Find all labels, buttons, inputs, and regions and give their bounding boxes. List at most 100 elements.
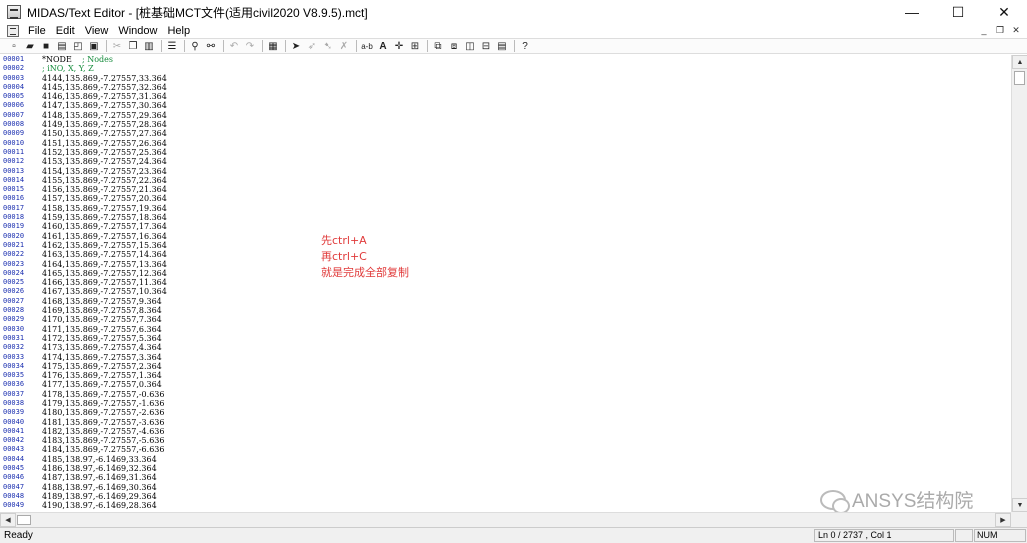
code-line: 4174,135.869,-7.27557,3.364 — [42, 352, 162, 362]
doc-minimize-button[interactable]: _ — [977, 24, 991, 36]
toolbar: ▫ ▰ ■ ▤ ◰ ▣ ✂ ❐ ▥ ☰ ⚲ ⚯ ↶ ↷ ▦ ➤ ➶ ➷ ✗ a-… — [0, 38, 1027, 54]
line-number: 00014 — [3, 175, 25, 184]
help-icon[interactable]: ? — [518, 40, 532, 53]
toolbar-separator — [514, 40, 515, 52]
menu-edit[interactable]: Edit — [51, 24, 80, 38]
scroll-up-button[interactable]: ▲ — [1012, 55, 1027, 69]
line-number: 00035 — [3, 371, 25, 380]
line-number: 00006 — [3, 101, 25, 110]
menu-bar: File Edit View Window Help — [0, 24, 1027, 38]
code-line: 4148,135.869,-7.27557,29.364 — [42, 110, 167, 120]
replace-icon[interactable]: ⚯ — [204, 40, 218, 53]
menu-help[interactable]: Help — [162, 24, 195, 38]
toolbar-separator — [161, 40, 162, 52]
undo-icon[interactable]: ↶ — [227, 40, 241, 53]
cursor-position: Ln 0 / 2737 , Col 1 — [814, 529, 954, 542]
cut-icon[interactable]: ✂ — [110, 40, 124, 53]
code-line: 4164,135.869,-7.27557,13.364 — [42, 259, 167, 269]
code-line: 4154,135.869,-7.27557,23.364 — [42, 166, 167, 176]
bookmark-clear-icon[interactable]: ✗ — [337, 40, 351, 53]
bookmark-next-icon[interactable]: ➷ — [321, 40, 335, 53]
app-icon[interactable] — [7, 5, 21, 19]
menu-view[interactable]: View — [80, 24, 114, 38]
line-number: 00027 — [3, 296, 25, 305]
status-bar: Ready Ln 0 / 2737 , Col 1 NUM — [0, 527, 1027, 543]
vertical-scroll-thumb[interactable] — [1014, 71, 1025, 85]
document-icon[interactable] — [7, 25, 19, 37]
redo-icon[interactable]: ↷ — [243, 40, 257, 53]
window-arrange-icon[interactable]: ▤ — [495, 40, 509, 53]
annotation-line: 再ctrl+C — [321, 250, 367, 263]
line-number: 00031 — [3, 333, 25, 342]
window-tile-icon[interactable]: ⧈ — [447, 40, 461, 53]
print-preview-icon[interactable]: ◰ — [71, 40, 85, 53]
code-line: 4168,135.869,-7.27557,9.364 — [42, 296, 162, 306]
font-icon[interactable]: A — [376, 40, 390, 53]
line-number: 00019 — [3, 222, 25, 231]
minimize-button[interactable]: — — [889, 0, 935, 24]
line-number: 00047 — [3, 482, 25, 491]
new-file-icon[interactable]: ▫ — [7, 40, 21, 53]
paste-icon[interactable]: ▥ — [142, 40, 156, 53]
line-number: 00029 — [3, 315, 25, 324]
code-line: 4185,138.97,-6.1469,33.364 — [42, 454, 157, 464]
ab-icon[interactable]: a-b — [360, 40, 374, 53]
scroll-right-button[interactable]: ▶ — [995, 513, 1011, 527]
bookmark-toggle-icon[interactable]: ➶ — [305, 40, 319, 53]
line-number: 00001 — [3, 55, 25, 63]
code-line: 4184,135.869,-7.27557,-6.636 — [42, 445, 165, 455]
horizontal-scrollbar[interactable]: ◀ ▶ — [0, 512, 1011, 527]
code-line: 4172,135.869,-7.27557,5.364 — [42, 333, 162, 343]
line-number: 00002 — [3, 64, 25, 73]
text-editor[interactable]: 00001 00002 00003 00004 00005 00006 00007 00008… — [0, 55, 1011, 512]
toolbar-separator — [223, 40, 224, 52]
scroll-down-button[interactable]: ▼ — [1012, 498, 1027, 512]
find-icon[interactable]: ⚲ — [188, 40, 202, 53]
line-number: 00015 — [3, 185, 25, 194]
maximize-button[interactable]: ☐ — [935, 0, 981, 24]
code-line: 4165,135.869,-7.27557,12.364 — [42, 268, 167, 278]
block-icon[interactable]: ▦ — [266, 40, 280, 53]
menu-file[interactable]: File — [23, 24, 51, 38]
page-setup-icon[interactable]: ▣ — [87, 40, 101, 53]
scroll-left-button[interactable]: ◀ — [0, 513, 16, 527]
num-lock-indicator: NUM — [974, 529, 1026, 542]
copy-icon[interactable]: ❐ — [126, 40, 140, 53]
close-button[interactable]: ✕ — [981, 0, 1027, 24]
toolbar-separator — [262, 40, 263, 52]
line-number: 00025 — [3, 278, 25, 287]
vertical-scrollbar[interactable]: ▲ ▼ — [1011, 55, 1027, 512]
code-area[interactable]: *NODE ; Nodes ; iNO, X, Y, Z 4144,135.86… — [42, 55, 1011, 512]
code-line: 4187,138.97,-6.1469,31.364 — [42, 473, 157, 483]
window-vertical-icon[interactable]: ◫ — [463, 40, 477, 53]
doc-close-button[interactable]: ✕ — [1009, 24, 1023, 36]
code-line: 4146,135.869,-7.27557,31.364 — [42, 92, 167, 102]
window-horizontal-icon[interactable]: ⊟ — [479, 40, 493, 53]
code-line: 4182,135.869,-7.27557,-4.636 — [42, 426, 165, 436]
marker-icon[interactable]: ➤ — [289, 40, 303, 53]
goto-icon[interactable]: ✛ — [392, 40, 406, 53]
line-number: 00022 — [3, 250, 25, 259]
column-view-icon[interactable]: ☰ — [165, 40, 179, 53]
code-line: 4166,135.869,-7.27557,11.364 — [42, 278, 167, 288]
horizontal-scroll-thumb[interactable] — [17, 515, 31, 525]
print-icon[interactable]: ▤ — [55, 40, 69, 53]
code-line: 4149,135.869,-7.27557,28.364 — [42, 120, 167, 130]
grid-icon[interactable]: ⊞ — [408, 40, 422, 53]
toolbar-separator — [285, 40, 286, 52]
menu-window[interactable]: Window — [113, 24, 162, 38]
code-line: 4162,135.869,-7.27557,15.364 — [42, 240, 167, 250]
watermark-text: ANSYS结构院 — [852, 491, 974, 512]
open-folder-icon[interactable]: ▰ — [23, 40, 37, 53]
save-icon[interactable]: ■ — [39, 40, 53, 53]
line-number: 00041 — [3, 426, 25, 435]
line-number: 00020 — [3, 231, 25, 240]
doc-restore-button[interactable]: ❐ — [993, 24, 1007, 36]
code-line: 4157,135.869,-7.27557,20.364 — [42, 194, 167, 204]
code-line: 4151,135.869,-7.27557,26.364 — [42, 138, 167, 148]
window-cascade-icon[interactable]: ⧉ — [431, 40, 445, 53]
title-bar: MIDAS/Text Editor - [桩基础MCT文件(适用civil202… — [0, 0, 1027, 24]
line-number: 00039 — [3, 408, 25, 417]
line-number: 00004 — [3, 82, 25, 91]
code-line: 4171,135.869,-7.27557,6.364 — [42, 324, 162, 334]
